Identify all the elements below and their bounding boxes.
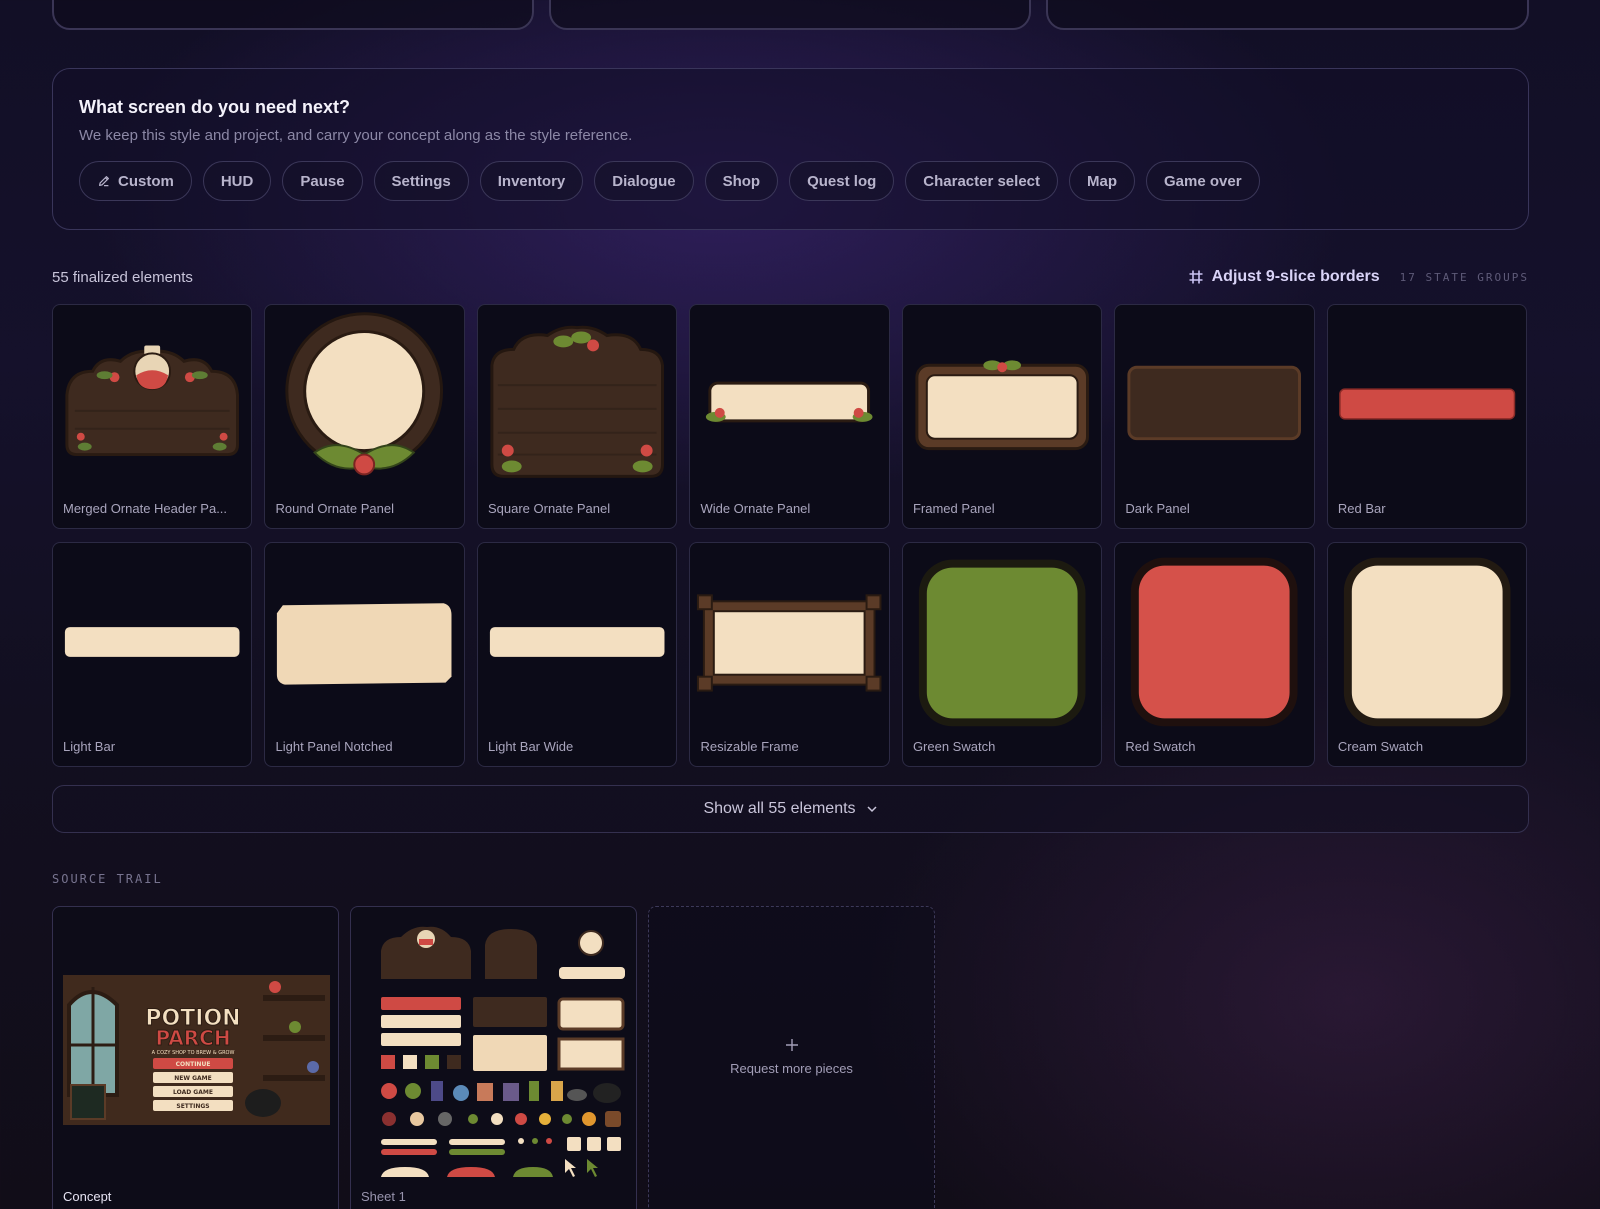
chip-settings[interactable]: Settings [373,161,469,201]
element-tile[interactable]: Framed Panel [901,304,1103,529]
red-swatch-image [1115,543,1313,733]
concept-title-2: PARCH [155,1026,230,1050]
element-tile[interactable]: Light Bar Wide [476,542,678,767]
element-tile[interactable]: Red Swatch [1114,542,1315,767]
chip-label: Dialogue [612,172,676,190]
concept-menu-item: NEW GAME [174,1075,211,1082]
dark-panel-image [1115,305,1313,495]
element-tile[interactable]: Green Swatch [901,542,1103,767]
square-ornate-panel-image [478,305,676,495]
screen-chip-row: Custom HUD Pause Settings Inventory Dial… [79,161,1502,201]
sprite-sheet-image [381,926,625,1177]
chip-label: Inventory [497,172,566,190]
element-label: Wide Ornate Panel [700,501,811,516]
light-bar-image [53,543,251,733]
request-more-pieces-card[interactable]: Request more pieces [648,906,935,1209]
element-tile[interactable]: Wide Ornate Panel [689,304,890,529]
chip-label: Character select [923,172,1040,190]
element-tile[interactable]: Cream Swatch [1326,542,1528,767]
chip-label: Quest log [807,172,877,190]
chip-custom[interactable]: Custom [79,161,192,201]
trail-card-name: Sheet 1 [361,1189,406,1204]
chip-inventory[interactable]: Inventory [479,161,584,201]
concept-menu-item: SETTINGS [176,1103,209,1110]
adjust-9-slice-button[interactable]: Adjust 9-slice borders [1188,268,1380,286]
element-tile[interactable]: Light Panel Notched [264,542,465,767]
grid-hash-icon [1189,270,1203,284]
chip-label: HUD [220,172,254,190]
plus-icon [785,1039,798,1051]
chevron-down-icon [867,806,877,813]
chip-dialogue[interactable]: Dialogue [594,161,694,201]
red-bar-image [1328,305,1526,495]
resizable-frame-image [690,543,888,733]
next-screen-panel: What screen do you need next? We keep th… [52,68,1529,230]
chip-map[interactable]: Map [1069,161,1135,201]
request-label: Request more pieces [730,1061,853,1076]
state-groups-count: 17 STATE GROUPS [1399,270,1529,284]
merged-ornate-header-panel-image [53,305,251,495]
chip-label: Pause [300,172,345,190]
round-ornate-panel-image [265,305,463,495]
framed-panel-image [903,305,1101,495]
elements-grid: Merged Ornate Header Pa... Round Ornate … [52,304,1529,767]
adjust-label: Adjust 9-slice borders [1211,268,1380,285]
element-label: Light Bar [63,739,116,754]
element-label: Cream Swatch [1337,739,1424,754]
element-label: Dark Panel [1125,501,1190,516]
chip-label: Game over [1164,172,1242,190]
green-swatch-image [903,543,1101,733]
element-tile[interactable]: Red Bar [1326,304,1528,529]
element-label: Resizable Frame [700,739,799,754]
element-label: Green Swatch [912,739,996,754]
concept-tagline: A COZY SHOP TO BREW & GROW [152,1050,235,1056]
concept-menu-item: LOAD GAME [173,1089,213,1096]
top-card-2[interactable] [549,0,1031,30]
trail-card-name: Concept [63,1189,112,1204]
concept-image: POTION PARCH A COZY SHOP TO BREW & GROW … [63,975,330,1125]
element-label: Light Panel Notched [275,739,393,754]
show-all-label: Show all 55 elements [703,800,856,817]
chip-label: Settings [391,172,451,190]
element-label: Red Swatch [1125,739,1196,754]
element-label: Framed Panel [912,501,995,516]
elements-header: 55 finalized elements Adjust 9-slice bor… [52,266,1529,288]
pencil-icon [99,176,109,187]
element-label: Round Ornate Panel [275,501,395,516]
light-bar-wide-image [478,543,676,733]
chip-character-select[interactable]: Character select [905,161,1058,201]
elements-count: 55 finalized elements [52,268,193,286]
chip-label: Custom [118,172,174,190]
element-tile[interactable]: Round Ornate Panel [264,304,465,529]
show-all-button[interactable]: Show all 55 elements [52,785,1529,833]
top-card-3[interactable] [1046,0,1529,30]
chip-label: Shop [722,172,761,190]
chip-pause[interactable]: Pause [282,161,363,201]
request-more-pieces: Request more pieces [649,1037,934,1076]
element-tile[interactable]: Merged Ornate Header Pa... [52,304,253,529]
element-label: Merged Ornate Header Pa... [63,501,228,516]
chip-shop[interactable]: Shop [704,161,779,201]
element-tile[interactable]: Resizable Frame [689,542,890,767]
concept-menu-item: CONTINUE [176,1061,211,1068]
element-label: Light Bar Wide [487,739,574,754]
next-screen-subtitle: We keep this style and project, and carr… [79,127,633,144]
concept-card[interactable]: POTION PARCH A COZY SHOP TO BREW & GROW … [52,906,339,1209]
element-tile[interactable]: Light Bar [52,542,253,767]
source-trail-label: SOURCE TRAIL [52,872,163,886]
element-label: Square Ornate Panel [487,501,611,516]
chip-hud[interactable]: HUD [202,161,272,201]
chip-game-over[interactable]: Game over [1146,161,1260,201]
sheet-card[interactable]: Sheet 1 [350,906,637,1209]
chip-quest-log[interactable]: Quest log [789,161,895,201]
element-tile[interactable]: Dark Panel [1114,304,1315,529]
chip-label: Map [1087,172,1117,190]
top-card-1[interactable] [52,0,534,30]
light-panel-notched-image [265,543,463,733]
cream-swatch-image [1328,543,1526,733]
element-tile[interactable]: Square Ornate Panel [476,304,678,529]
wide-ornate-panel-image [690,305,888,495]
next-screen-title: What screen do you need next? [79,97,351,117]
element-label: Red Bar [1337,501,1386,516]
